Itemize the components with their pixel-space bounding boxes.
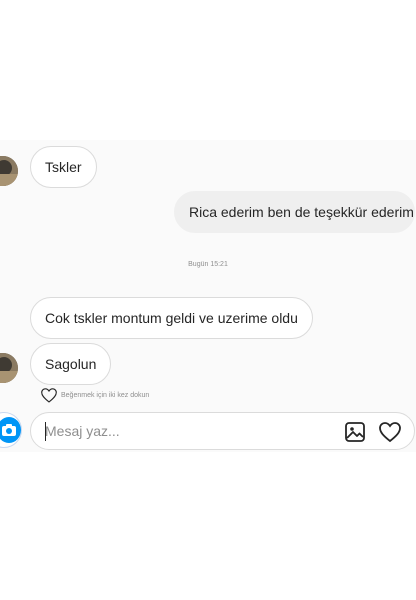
message-bubble-incoming[interactable]: Sagolun [30, 343, 112, 385]
camera-icon [0, 417, 21, 443]
message-text: Rica ederim ben de teşekkür ederim [189, 204, 414, 220]
message-text: Cok tskler montum geldi ve uzerime oldu [45, 310, 298, 326]
message-input[interactable] [45, 421, 325, 441]
message-timestamp: Bugün 15:21 [188, 261, 228, 268]
message-text: Tskler [45, 159, 82, 175]
heart-outline-icon[interactable] [40, 387, 58, 403]
heart-icon[interactable] [378, 420, 402, 444]
message-bubble-incoming[interactable]: Tskler [30, 146, 97, 188]
like-hint[interactable]: Beğenmek için iki kez dokun [40, 387, 149, 403]
message-bubble-incoming[interactable]: Cok tskler montum geldi ve uzerime oldu [30, 297, 313, 339]
like-hint-text: Beğenmek için iki kez dokun [61, 391, 150, 399]
image-icon[interactable] [343, 420, 367, 444]
message-text: Sagolun [45, 356, 97, 372]
text-cursor [45, 422, 46, 441]
message-bubble-outgoing[interactable]: Rica ederim ben de teşekkür ederim [174, 191, 415, 233]
message-composer[interactable] [30, 412, 415, 450]
